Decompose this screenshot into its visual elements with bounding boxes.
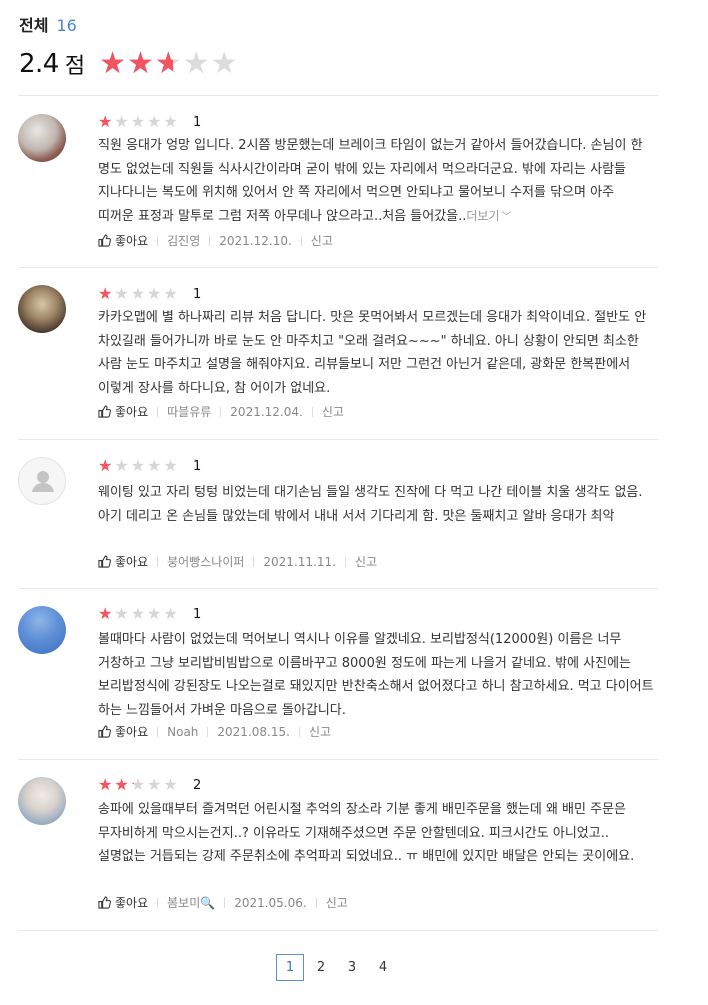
meta-divider	[157, 726, 159, 737]
score-unit: 점	[64, 54, 86, 79]
star-rating-icon: ★★★★★★★★★★	[98, 777, 180, 793]
author-name[interactable]: 따블유류	[167, 403, 211, 420]
rating-value: 2	[193, 777, 202, 793]
rating-value: 1	[193, 606, 202, 622]
total-label: 전체	[19, 16, 49, 35]
author-name[interactable]: Noah	[167, 725, 198, 739]
meta-divider	[311, 406, 313, 417]
more-button[interactable]: 더보기 ﹀	[466, 209, 511, 223]
reviewer-avatar[interactable]	[18, 606, 66, 654]
review-item: ★★★★★★★★★★ 1 카카오맵에 별 하나짜리 리뷰 처음 답니다. 맛은 …	[18, 268, 658, 440]
like-label: 좋아요	[115, 405, 149, 419]
review-text: 볼때마다 사람이 없었는데 먹어보니 역시나 이유를 알겠네요. 보리밥정식(1…	[98, 632, 654, 718]
meta-divider	[220, 406, 222, 417]
author-name[interactable]: 김진영	[167, 232, 200, 249]
star-rating-icon: ★★★★★★★★★★	[98, 458, 180, 474]
meta-divider	[344, 556, 346, 567]
like-button[interactable]: 좋아요	[98, 403, 148, 420]
meta-divider	[209, 235, 211, 246]
reviewer-avatar[interactable]	[18, 457, 66, 505]
reviewer-avatar[interactable]	[18, 285, 66, 333]
rating-value: 1	[193, 114, 202, 130]
review-rating: ★★★★★★★★★★ 1	[98, 458, 201, 474]
thumbs-up-icon	[98, 405, 111, 418]
user-silhouette-icon	[32, 471, 54, 492]
star-rating-icon: ★★★★★★★★★★	[98, 114, 180, 130]
review-rating: ★★★★★★★★★★ 1	[98, 286, 201, 302]
like-label: 좋아요	[115, 896, 149, 910]
meta-divider	[207, 726, 209, 737]
review-meta: 좋아요 봄보미🔍 2021.05.06. 신고	[98, 894, 348, 911]
chevron-down-icon: ﹀	[501, 211, 512, 223]
pagination: 1 2 3 4	[276, 954, 400, 981]
review-text: 웨이팅 있고 자리 텅텅 비었는데 대기손님 들일 생각도 진작에 다 먹고 나…	[98, 485, 643, 524]
meta-divider	[224, 897, 226, 908]
average-stars-icon: ★★★★★ ★★★★★	[99, 49, 239, 79]
page-button-2[interactable]: 2	[307, 954, 335, 981]
meta-divider	[157, 235, 159, 246]
more-label: 더보기	[466, 208, 500, 223]
meta-divider	[157, 556, 159, 567]
review-rating: ★★★★★★★★★★ 2	[98, 777, 201, 793]
meta-divider	[157, 406, 159, 417]
review-item: ★★★★★★★★★★ 1 볼때마다 사람이 없었는데 먹어보니 역시나 이유를 …	[18, 589, 658, 760]
star-rating-icon: ★★★★★★★★★★	[98, 286, 180, 302]
like-button[interactable]: 좋아요	[98, 894, 148, 911]
review-date: 2021.05.06.	[234, 895, 307, 910]
report-button[interactable]: 신고	[311, 232, 333, 249]
thumbs-up-icon	[98, 555, 111, 568]
review-item: ★★★★★★★★★★ 1 직원 응대가 엉망 입니다. 2시쯤 방문했는데 브레…	[18, 96, 658, 268]
meta-divider	[300, 235, 302, 246]
meta-divider	[298, 726, 300, 737]
author-name[interactable]: 붕어빵스나이퍼	[167, 553, 244, 570]
reviewer-avatar[interactable]	[18, 777, 66, 825]
rating-value: 1	[193, 458, 202, 474]
review-item: ★★★★★★★★★★ 1 웨이팅 있고 자리 텅텅 비었는데 대기손님 들일 생…	[18, 440, 658, 589]
rating-value: 1	[193, 286, 202, 302]
like-label: 좋아요	[115, 234, 149, 248]
thumbs-up-icon	[98, 896, 111, 909]
review-text-body: 직원 응대가 엉망 입니다. 2시쯤 방문했는데 브레이크 타임이 없는거 같아…	[98, 138, 643, 224]
meta-divider	[315, 897, 317, 908]
total-count: 16	[56, 16, 77, 35]
review-meta: 좋아요 Noah 2021.08.15. 신고	[98, 723, 331, 740]
like-button[interactable]: 좋아요	[98, 723, 148, 740]
review-date: 2021.11.11.	[263, 554, 336, 569]
report-button[interactable]: 신고	[355, 553, 377, 570]
rating-summary: 전체 16 2.4 점 ★★★★★ ★★★★★	[19, 12, 252, 80]
author-name[interactable]: 봄보미🔍	[167, 894, 215, 911]
score-row: 2.4 점 ★★★★★ ★★★★★	[19, 48, 252, 80]
review-text: 카카오맵에 별 하나짜리 리뷰 처음 답니다. 맛은 못먹어봐서 모르겠는데 응…	[98, 310, 647, 396]
review-rating: ★★★★★★★★★★ 1	[98, 606, 201, 622]
thumbs-up-icon	[98, 725, 111, 738]
review-date: 2021.08.15.	[217, 724, 290, 739]
like-button[interactable]: 좋아요	[98, 553, 148, 570]
review-meta: 좋아요 김진영 2021.12.10. 신고	[98, 232, 333, 249]
review-item: ★★★★★★★★★★ 2 송파에 있을때부터 즐겨먹던 어린시절 추억의 장소라…	[18, 760, 658, 931]
like-label: 좋아요	[115, 725, 149, 739]
review-date: 2021.12.10.	[219, 233, 292, 248]
review-rating: ★★★★★★★★★★ 1	[98, 114, 201, 130]
star-rating-icon: ★★★★★★★★★★	[98, 606, 180, 622]
like-label: 좋아요	[115, 555, 149, 569]
meta-divider	[253, 556, 255, 567]
page-button-1[interactable]: 1	[276, 954, 304, 981]
average-score: 2.4	[19, 49, 59, 79]
like-button[interactable]: 좋아요	[98, 232, 148, 249]
total-row: 전체 16	[19, 12, 252, 36]
review-text: 직원 응대가 엉망 입니다. 2시쯤 방문했는데 브레이크 타임이 없는거 같아…	[98, 134, 654, 229]
meta-divider	[157, 897, 159, 908]
thumbs-up-icon	[98, 234, 111, 247]
divider	[18, 930, 658, 931]
report-button[interactable]: 신고	[309, 723, 331, 740]
review-date: 2021.12.04.	[230, 404, 303, 419]
review-meta: 좋아요 따블유류 2021.12.04. 신고	[98, 403, 344, 420]
report-button[interactable]: 신고	[326, 894, 348, 911]
page-button-4[interactable]: 4	[369, 954, 397, 981]
report-button[interactable]: 신고	[322, 403, 344, 420]
page-button-3[interactable]: 3	[338, 954, 366, 981]
reviewer-avatar[interactable]	[18, 114, 66, 162]
review-text: 송파에 있을때부터 즐겨먹던 어린시절 추억의 장소라 기분 좋게 배민주문을 …	[98, 802, 635, 864]
review-meta: 좋아요 붕어빵스나이퍼 2021.11.11. 신고	[98, 553, 377, 570]
